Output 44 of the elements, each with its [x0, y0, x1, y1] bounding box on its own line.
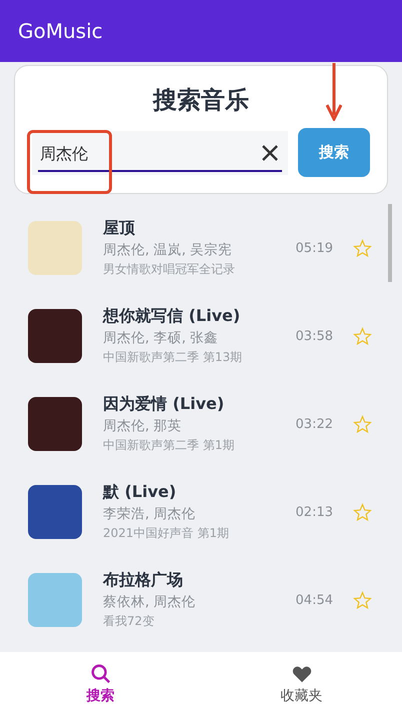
- song-artists: 李荣浩, 周杰伦: [103, 505, 197, 523]
- song-album: 看我72变: [103, 613, 156, 630]
- album-cover: [28, 485, 82, 539]
- song-duration: 03:58: [296, 328, 333, 344]
- song-album: 男女情歌对唱冠军全记录: [103, 261, 236, 278]
- star-icon: [353, 414, 372, 434]
- search-icon: [90, 662, 112, 684]
- song-title: 屋顶: [103, 218, 136, 239]
- nav-tab[interactable]: 收藏夹: [201, 652, 402, 715]
- song-album: 中国新歌声第二季 第1期: [103, 437, 236, 454]
- song-artists: 周杰伦, 李硕, 张鑫: [103, 329, 220, 347]
- song-artists: 蔡依林, 周杰伦: [103, 593, 197, 611]
- song-title: 默 (Live): [103, 482, 178, 503]
- favorite-button[interactable]: [353, 326, 372, 346]
- song-duration: 05:19: [296, 240, 333, 256]
- album-cover: [28, 309, 82, 363]
- song-album: 2021中国好声音 第1期: [103, 525, 230, 542]
- song-title: 因为爱情 (Live): [103, 394, 226, 415]
- song-duration: 04:54: [296, 592, 333, 608]
- favorite-button[interactable]: [353, 414, 372, 434]
- album-cover: [28, 221, 82, 275]
- nav-tab[interactable]: 搜索: [0, 652, 201, 715]
- star-icon: [353, 326, 372, 346]
- song-title: 布拉格广场: [103, 570, 184, 591]
- song-duration: 02:13: [296, 504, 333, 520]
- close-icon: [260, 142, 280, 162]
- favorite-button[interactable]: [353, 502, 372, 522]
- star-icon: [353, 502, 372, 522]
- star-icon: [353, 238, 372, 258]
- song-duration: 03:22: [296, 416, 333, 432]
- song-album: 中国新歌声第二季 第13期: [103, 349, 244, 366]
- song-artists: 周杰伦, 那英: [103, 417, 183, 435]
- app-title: GoMusic: [18, 19, 103, 43]
- star-icon: [353, 590, 372, 610]
- album-cover: [28, 397, 82, 451]
- search-field[interactable]: 周杰伦: [32, 130, 288, 174]
- clear-button[interactable]: [260, 142, 280, 162]
- song-title: 想你就写信 (Live): [103, 306, 242, 327]
- card-title: 搜索音乐: [153, 85, 249, 116]
- song-artists: 周杰伦, 温岚, 吴宗宪: [103, 241, 234, 259]
- favorite-button[interactable]: [353, 590, 372, 610]
- album-cover: [28, 573, 82, 627]
- favorite-button[interactable]: [353, 238, 372, 258]
- annotation-arrow: [326, 63, 342, 121]
